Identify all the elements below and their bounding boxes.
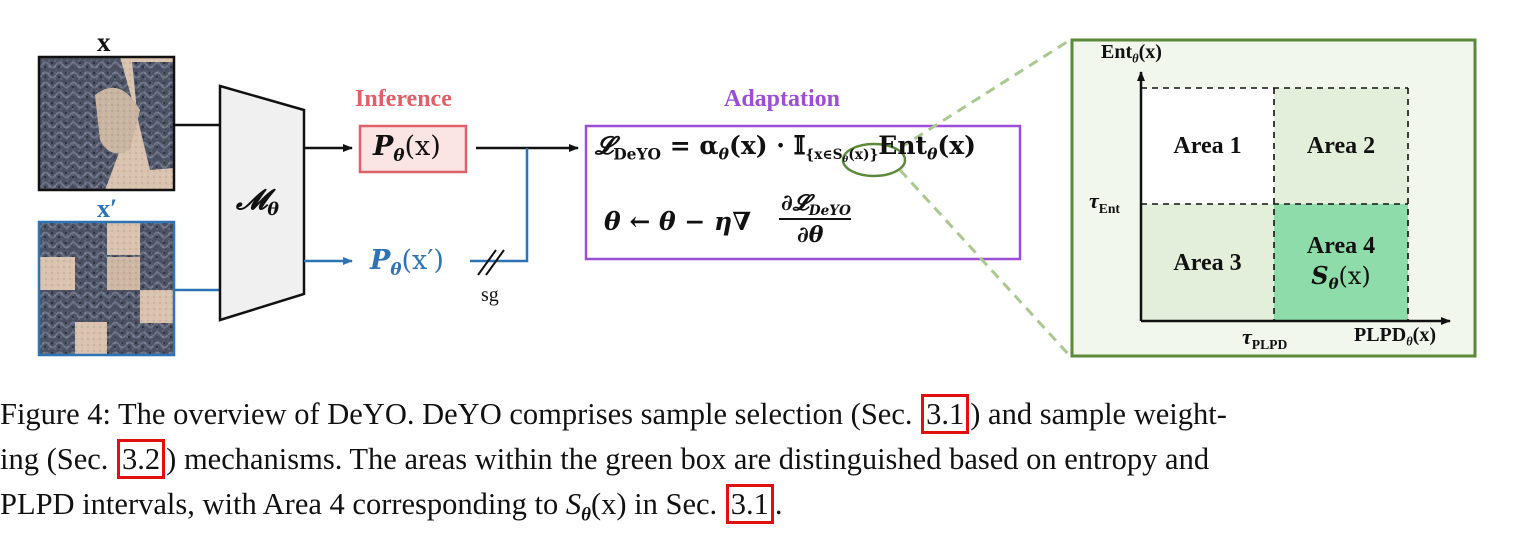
stop-gradient-label: sg xyxy=(481,284,499,306)
caption-math-s-theta: Sθ(x) xyxy=(565,487,627,526)
input-image xyxy=(37,55,176,192)
tau-plpd-label: τPLPD xyxy=(1242,324,1288,352)
input-label: x xyxy=(97,27,111,57)
stop-grad-slash-2 xyxy=(485,249,505,276)
section-ref-3-1[interactable]: 3.1 xyxy=(921,394,970,434)
augmented-label: x′ xyxy=(97,194,118,223)
update-rule-denominator: ∂θ xyxy=(797,222,824,248)
area2-label: Area 2 xyxy=(1306,133,1376,159)
area4-cell-labels: Area 4 Sθ(x) xyxy=(1274,204,1408,321)
deyo-overview-figure: x x′ 𝓜θ Inference Pθ(x) Pθ(x′) sg Adapta… xyxy=(0,0,1533,370)
fraction-bar xyxy=(779,218,851,220)
figure-caption: Figure 4: The overview of DeYO. DeYO com… xyxy=(0,392,1526,538)
y-axis-label: Entθ(x) xyxy=(1101,41,1162,66)
augmented-prediction: Pθ(x′) xyxy=(370,245,444,279)
aug-to-adaptation-line xyxy=(470,148,529,263)
caption-line-2: ing (Sec. 3.2) mechanisms. The areas wit… xyxy=(0,437,1526,482)
tau-ent-label: τEnt xyxy=(1089,188,1120,216)
deyo-loss-formula: 𝓛DeYO = αθ(x) · 𝕀{x∈Sθ(x)}Entθ(x) xyxy=(595,131,976,165)
area1-label: Area 1 xyxy=(1173,133,1242,159)
augmented-image xyxy=(37,220,176,357)
area4-label: Area 4 xyxy=(1306,233,1376,260)
section-ref-3-2[interactable]: 3.2 xyxy=(117,439,166,479)
section-ref-3-1-b[interactable]: 3.1 xyxy=(725,484,774,524)
area4-set-label: Sθ(x) xyxy=(1311,261,1371,294)
caption-line-1: Figure 4: The overview of DeYO. DeYO com… xyxy=(0,392,1526,437)
stop-grad-slash-1 xyxy=(477,249,497,276)
inference-title: Inference xyxy=(355,86,452,112)
caption-line-3: PLPD intervals, with Area 4 correspondin… xyxy=(0,482,1526,538)
x-axis-label: PLPDθ(x) xyxy=(1354,324,1436,349)
model-label: 𝓜θ xyxy=(236,183,279,221)
update-rule-lhs: θ ← θ − η∇ xyxy=(604,207,752,236)
area3-label: Area 3 xyxy=(1173,249,1242,276)
update-rule-numerator: ∂𝓛DeYO xyxy=(781,190,851,219)
adaptation-title: Adaptation xyxy=(724,86,841,112)
inference-prediction: Pθ(x) xyxy=(373,131,441,165)
